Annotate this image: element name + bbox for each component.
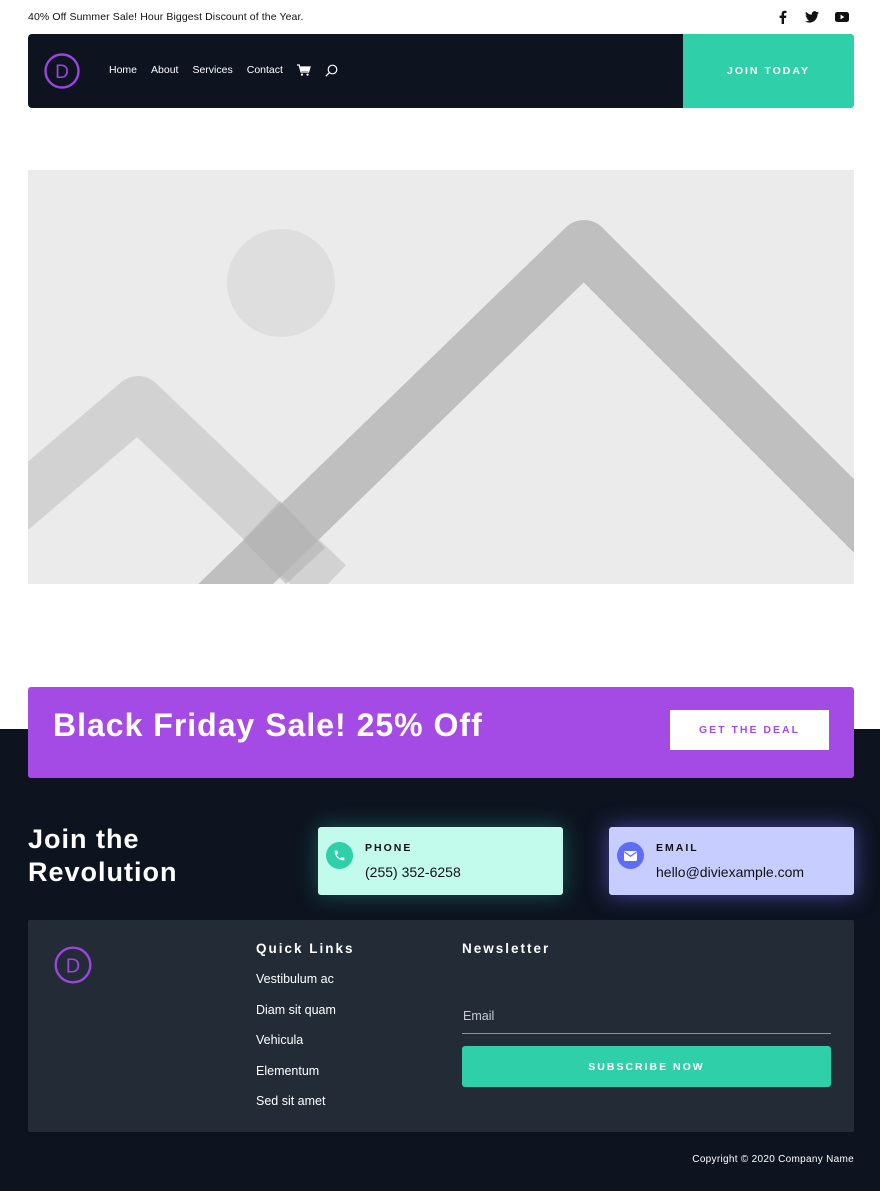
quick-link-item[interactable]: Elementum: [256, 1064, 336, 1095]
phone-icon: [326, 842, 353, 869]
nav-link-home[interactable]: Home: [109, 64, 137, 76]
nav-links: Home About Services Contact: [109, 63, 339, 77]
phone-card[interactable]: PHONE (255) 352-6258: [318, 827, 563, 895]
newsletter-email-input[interactable]: [462, 998, 831, 1034]
join-heading-line1: Join the: [28, 824, 140, 854]
promo-text: 40% Off Summer Sale! Hour Biggest Discou…: [28, 11, 304, 23]
footer-logo-icon[interactable]: D: [54, 946, 92, 984]
twitter-icon[interactable]: [804, 9, 820, 25]
copyright-text: Copyright © 2020 Company Name: [692, 1154, 854, 1165]
quick-link-item[interactable]: Vestibulum ac: [256, 972, 336, 1003]
svg-text:D: D: [55, 62, 69, 83]
image-placeholder-icon: [28, 170, 854, 584]
get-the-deal-button[interactable]: GET THE DEAL: [670, 710, 829, 750]
footer-box: D Quick Links Vestibulum ac Diam sit qua…: [28, 920, 854, 1132]
subscribe-now-button[interactable]: SUBSCRIBE NOW: [462, 1046, 831, 1087]
svg-text:D: D: [66, 956, 80, 978]
social-links: [774, 9, 850, 25]
email-label: EMAIL: [656, 842, 699, 854]
youtube-icon[interactable]: [834, 9, 850, 25]
nav-link-contact[interactable]: Contact: [247, 64, 283, 76]
phone-value: (255) 352-6258: [365, 864, 461, 880]
quick-link-item[interactable]: Sed sit amet: [256, 1094, 336, 1125]
mail-icon: [617, 842, 644, 869]
join-heading-line2: Revolution: [28, 857, 178, 887]
facebook-icon[interactable]: [774, 9, 790, 25]
join-heading: Join the Revolution: [28, 823, 258, 889]
divi-logo-icon[interactable]: D: [44, 53, 80, 89]
email-card[interactable]: EMAIL hello@diviexample.com: [609, 827, 854, 895]
nav-link-services[interactable]: Services: [192, 64, 232, 76]
quick-links-list: Vestibulum ac Diam sit quam Vehicula Ele…: [256, 972, 336, 1125]
email-value: hello@diviexample.com: [656, 864, 805, 880]
main-navbar: D Home About Services Contact JOIN TODAY: [28, 34, 854, 108]
phone-label: PHONE: [365, 842, 413, 854]
quick-link-item[interactable]: Diam sit quam: [256, 1003, 336, 1034]
quick-link-item[interactable]: Vehicula: [256, 1033, 336, 1064]
nav-link-about[interactable]: About: [151, 64, 178, 76]
quick-links-title: Quick Links: [256, 941, 355, 956]
banner-title: Black Friday Sale! 25% Off: [53, 707, 483, 743]
join-today-button[interactable]: JOIN TODAY: [683, 34, 854, 108]
nav-icon-group: [296, 63, 339, 77]
search-icon[interactable]: [325, 63, 339, 77]
top-bar: 40% Off Summer Sale! Hour Biggest Discou…: [0, 0, 880, 34]
cart-icon[interactable]: [296, 63, 311, 77]
black-friday-banner: Black Friday Sale! 25% Off GET THE DEAL: [28, 687, 854, 778]
newsletter-title: Newsletter: [462, 941, 551, 956]
